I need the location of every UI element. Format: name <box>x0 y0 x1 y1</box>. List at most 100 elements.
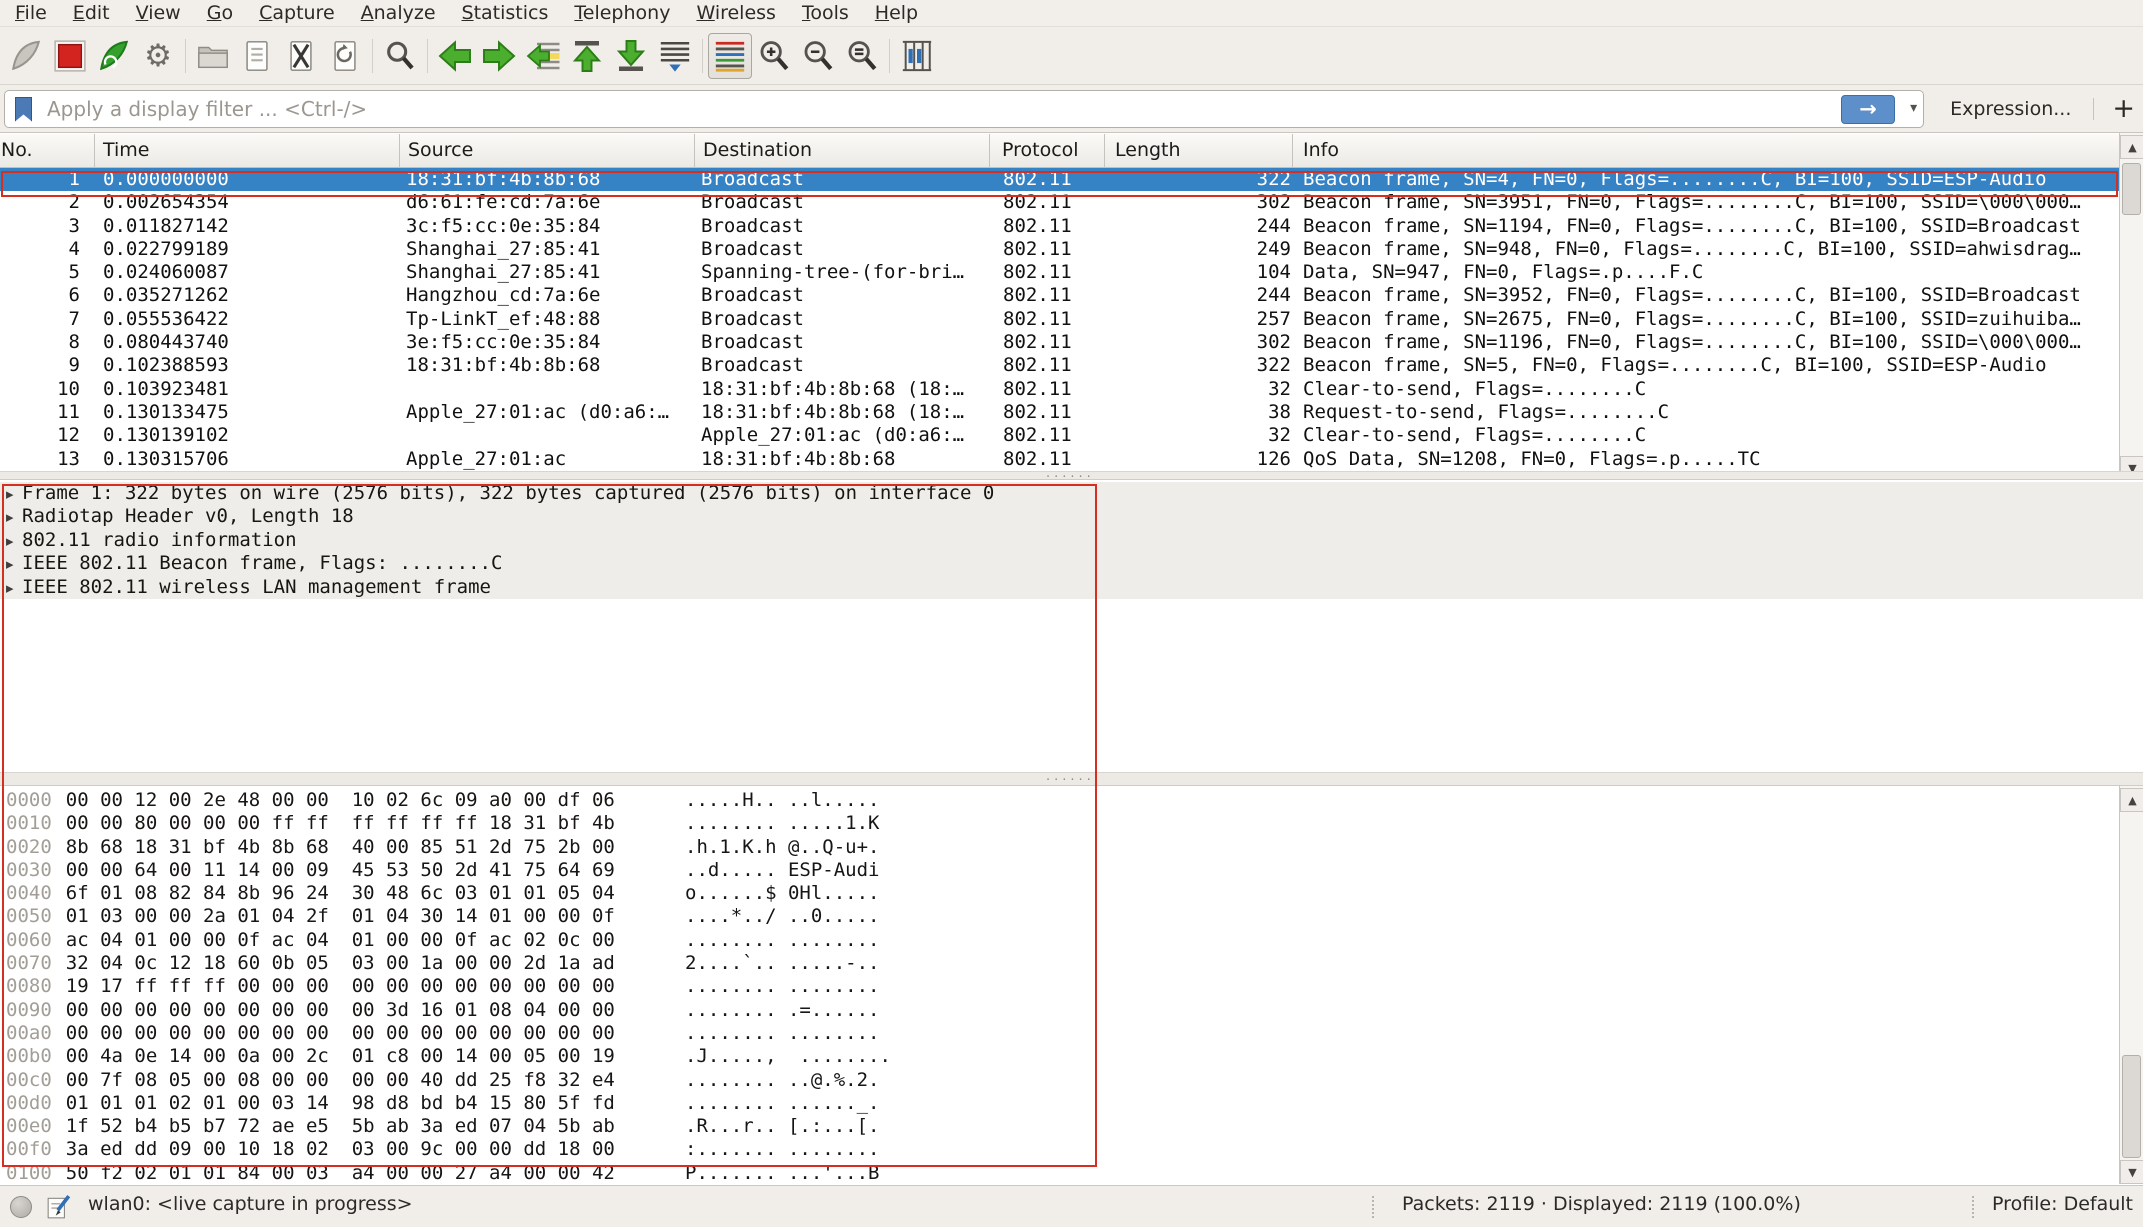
column-header[interactable]: Info <box>1293 134 2119 169</box>
hex-row[interactable]: 00e01f 52 b4 b5 b7 72 ae e5 5b ab 3a ed … <box>0 1115 2119 1138</box>
resize-columns-button[interactable] <box>895 33 939 79</box>
column-header[interactable]: Time <box>95 134 400 169</box>
packet-list-scrollbar[interactable]: ▲ ▼ <box>2119 133 2143 480</box>
packet-row[interactable]: 13 0.130315706 Apple_27:01:ac 18:31:bf:4… <box>0 448 2119 471</box>
column-header[interactable]: Destination <box>695 134 990 169</box>
hex-ascii[interactable]: ........ ........ <box>685 1022 879 1045</box>
capture-comment-icon[interactable] <box>46 1194 72 1220</box>
hex-ascii[interactable]: ........ ......_. <box>685 1092 879 1115</box>
hex-bytes[interactable]: 01 01 01 02 01 00 03 14 98 d8 bd b4 15 8… <box>66 1092 615 1114</box>
hex-row[interactable]: 00f03a ed dd 09 00 10 18 02 03 00 9c 00 … <box>0 1138 2119 1161</box>
hex-ascii[interactable]: :....... ........ <box>685 1138 879 1161</box>
hex-ascii[interactable]: o......$ 0Hl..... <box>685 882 879 905</box>
hex-row[interactable]: 007032 04 0c 12 18 60 0b 05 03 00 1a 00 … <box>0 952 2119 975</box>
hex-row[interactable]: 0060ac 04 01 00 00 0f ac 04 01 00 00 0f … <box>0 929 2119 952</box>
menu-item[interactable]: File <box>2 0 60 27</box>
hex-bytes[interactable]: 32 04 0c 12 18 60 0b 05 03 00 1a 00 00 2… <box>66 952 615 974</box>
hex-ascii[interactable]: 2....`.. .....-.. <box>685 952 879 975</box>
packet-row[interactable]: 1 0.000000000 18:31:bf:4b:8b:68 Broadcas… <box>0 168 2119 191</box>
reload-file-button[interactable] <box>323 33 367 79</box>
packet-row[interactable]: 7 0.055536422 Tp-LinkT_ef:48:88 Broadcas… <box>0 308 2119 331</box>
capture-options-button[interactable]: ⚙ <box>136 33 180 79</box>
hex-bytes[interactable]: 1f 52 b4 b5 b7 72 ae e5 5b ab 3a ed 07 0… <box>66 1115 615 1137</box>
hex-row[interactable]: 000000 00 12 00 2e 48 00 00 10 02 6c 09 … <box>0 789 2119 812</box>
hex-ascii[interactable]: .h.1.K.h @..Q-u+. <box>685 836 879 859</box>
hex-bytes[interactable]: 00 7f 08 05 00 08 00 00 00 00 40 dd 25 f… <box>66 1069 615 1091</box>
hex-row[interactable]: 00208b 68 18 31 bf 4b 8b 68 40 00 85 51 … <box>0 836 2119 859</box>
expand-arrow-icon[interactable]: ▸ <box>0 506 22 529</box>
add-filter-button[interactable]: + <box>2112 99 2135 119</box>
hex-ascii[interactable]: ........ .=...... <box>685 999 879 1022</box>
hex-row[interactable]: 005001 03 00 00 2a 01 04 2f 01 04 30 14 … <box>0 905 2119 928</box>
zoom-in-button[interactable] <box>752 33 796 79</box>
hex-row[interactable]: 00a000 00 00 00 00 00 00 00 00 00 00 00 … <box>0 1022 2119 1045</box>
filter-bookmark-icon[interactable] <box>15 97 32 122</box>
detail-tree-row[interactable]: ▸Radiotap Header v0, Length 18 <box>0 505 2143 528</box>
zoom-normal-button[interactable] <box>840 33 884 79</box>
display-filter-input[interactable] <box>47 92 1787 126</box>
hex-bytes[interactable]: 00 4a 0e 14 00 0a 00 2c 01 c8 00 14 00 0… <box>66 1045 615 1067</box>
detail-tree-row[interactable]: ▸802.11 radio information <box>0 529 2143 552</box>
find-packet-button[interactable] <box>378 33 422 79</box>
expand-arrow-icon[interactable]: ▸ <box>0 553 22 576</box>
scroll-up-icon[interactable]: ▲ <box>2120 135 2143 159</box>
restart-capture-button[interactable] <box>92 33 136 79</box>
hex-bytes[interactable]: 01 03 00 00 2a 01 04 2f 01 04 30 14 01 0… <box>66 905 615 927</box>
hex-ascii[interactable]: P....... ...'...B <box>685 1162 879 1184</box>
hex-row[interactable]: 009000 00 00 00 00 00 00 00 00 3d 16 01 … <box>0 999 2119 1022</box>
hex-ascii[interactable]: .J....., ........ <box>685 1045 891 1068</box>
hex-ascii[interactable]: ....*../ ..0..... <box>685 905 879 928</box>
hex-ascii[interactable]: ........ ..@.%.2. <box>685 1069 879 1092</box>
column-header[interactable]: Protocol <box>990 134 1105 169</box>
filter-history-caret-icon[interactable]: ▾ <box>1910 100 1917 116</box>
menu-item[interactable]: Go <box>194 0 246 27</box>
hex-bytes[interactable]: 00 00 00 00 00 00 00 00 00 00 00 00 00 0… <box>66 1022 615 1044</box>
apply-filter-button[interactable]: → <box>1841 95 1895 124</box>
hex-row[interactable]: 00d001 01 01 02 01 00 03 14 98 d8 bd b4 … <box>0 1092 2119 1115</box>
hex-bytes[interactable]: 00 00 80 00 00 00 ff ff ff ff ff ff 18 3… <box>66 812 615 834</box>
hex-row[interactable]: 003000 00 64 00 11 14 00 09 45 53 50 2d … <box>0 859 2119 882</box>
hex-ascii[interactable]: .....H.. ..l..... <box>685 789 879 812</box>
column-header[interactable]: Length <box>1105 134 1293 169</box>
hex-bytes[interactable]: 00 00 00 00 00 00 00 00 00 3d 16 01 08 0… <box>66 999 615 1021</box>
hex-bytes[interactable]: 8b 68 18 31 bf 4b 8b 68 40 00 85 51 2d 7… <box>66 836 615 858</box>
expression-button[interactable]: Expression... <box>1950 98 2071 120</box>
open-file-button[interactable] <box>191 33 235 79</box>
start-capture-button[interactable] <box>4 33 48 79</box>
hex-scroll-thumb[interactable] <box>2122 1055 2141 1158</box>
packet-row[interactable]: 4 0.022799189 Shanghai_27:85:41 Broadcas… <box>0 238 2119 261</box>
go-back-button[interactable] <box>433 33 477 79</box>
scroll-up-icon[interactable]: ▲ <box>2120 788 2143 812</box>
menu-item[interactable]: Wireless <box>683 0 789 27</box>
expert-info-icon[interactable] <box>10 1196 32 1218</box>
hex-bytes[interactable]: 00 00 64 00 11 14 00 09 45 53 50 2d 41 7… <box>66 859 615 881</box>
scroll-down-icon[interactable]: ▼ <box>2120 1160 2143 1184</box>
hex-row[interactable]: 00406f 01 08 82 84 8b 96 24 30 48 6c 03 … <box>0 882 2119 905</box>
menu-item[interactable]: Edit <box>60 0 123 27</box>
hex-ascii[interactable]: ..d..... ESP-Audi <box>685 859 879 882</box>
hex-bytes[interactable]: 19 17 ff ff ff 00 00 00 00 00 00 00 00 0… <box>66 975 615 997</box>
packet-row[interactable]: 12 0.130139102 Apple_27:01:ac (d0:a6:… 8… <box>0 424 2119 447</box>
hex-pane-scrollbar[interactable]: ▲ ▼ <box>2119 786 2143 1184</box>
colorize-packets-button[interactable] <box>708 33 752 79</box>
hex-ascii[interactable]: ........ ........ <box>685 975 879 998</box>
save-file-button[interactable] <box>235 33 279 79</box>
stop-capture-button[interactable] <box>48 33 92 79</box>
menu-item[interactable]: Analyze <box>348 0 449 27</box>
menu-item[interactable]: Capture <box>246 0 348 27</box>
expand-arrow-icon[interactable]: ▸ <box>0 530 22 553</box>
hex-bytes[interactable]: 3a ed dd 09 00 10 18 02 03 00 9c 00 00 d… <box>66 1138 615 1160</box>
hex-row[interactable]: 00b000 4a 0e 14 00 0a 00 2c 01 c8 00 14 … <box>0 1045 2119 1068</box>
menu-item[interactable]: Telephony <box>561 0 683 27</box>
menu-item[interactable]: Statistics <box>449 0 562 27</box>
expand-arrow-icon[interactable]: ▸ <box>0 483 22 506</box>
hex-row[interactable]: 008019 17 ff ff ff 00 00 00 00 00 00 00 … <box>0 975 2119 998</box>
list-details-splitter[interactable]: ······ <box>0 471 2143 480</box>
packet-row[interactable]: 8 0.080443740 3e:f5:cc:0e:35:84 Broadcas… <box>0 331 2119 354</box>
packet-row[interactable]: 9 0.102388593 18:31:bf:4b:8b:68 Broadcas… <box>0 354 2119 377</box>
column-header[interactable]: Source <box>400 134 695 169</box>
detail-tree-row[interactable]: ▸IEEE 802.11 Beacon frame, Flags: ......… <box>0 552 2143 575</box>
column-header[interactable]: No. <box>0 134 95 169</box>
packet-list-scroll-thumb[interactable] <box>2122 163 2141 215</box>
zoom-out-button[interactable] <box>796 33 840 79</box>
